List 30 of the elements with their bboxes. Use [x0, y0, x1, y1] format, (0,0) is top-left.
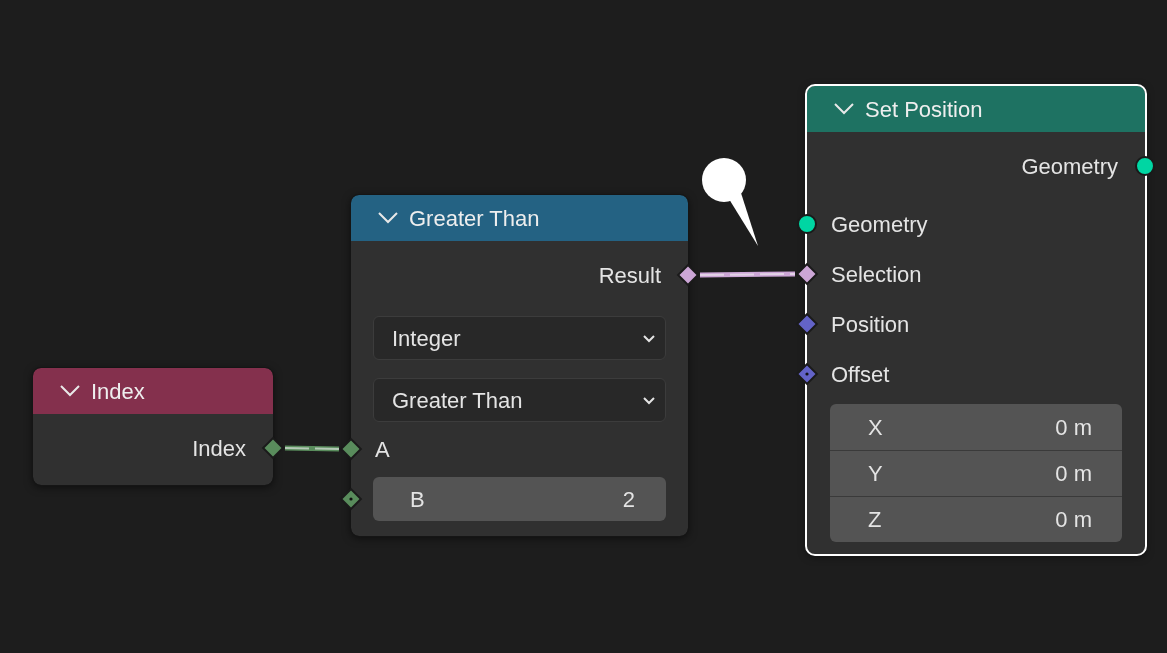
- node-title: Set Position: [865, 95, 983, 124]
- chevron-down-icon[interactable]: [377, 211, 399, 225]
- node-title: Greater Than: [409, 204, 540, 233]
- socket-label: Index: [192, 434, 246, 463]
- socket-label: Geometry: [831, 210, 928, 239]
- vector-component-field[interactable]: Z 0 m: [830, 496, 1122, 542]
- dropdown[interactable]: Integer: [373, 316, 666, 360]
- chevron-down-icon[interactable]: [833, 102, 855, 116]
- socket-label: Offset: [831, 360, 890, 389]
- vector-field[interactable]: X 0 m Y 0 m Z 0 m: [830, 404, 1122, 542]
- vector-component-field[interactable]: Y 0 m: [830, 450, 1122, 496]
- node-panel[interactable]: Index Index: [33, 368, 273, 485]
- node-link[interactable]: [699, 271, 796, 278]
- vector-component-field[interactable]: X 0 m: [830, 404, 1122, 450]
- node-link[interactable]: [284, 445, 340, 452]
- node-header[interactable]: Greater Than: [351, 195, 688, 241]
- pin-icon: [701, 157, 759, 247]
- socket-label: Result: [598, 261, 661, 290]
- chevron-down-icon[interactable]: [59, 384, 81, 398]
- socket-label: A: [375, 435, 390, 464]
- dropdown[interactable]: Greater Than: [373, 378, 666, 422]
- socket-label: Geometry: [1021, 152, 1118, 181]
- node-panel[interactable]: Greater Than Result Integer Greater Than A B 2: [351, 195, 688, 536]
- socket-label: Selection: [831, 260, 922, 289]
- node-panel[interactable]: Set Position Geometry Geometry Selection Position Offset X 0 m Y 0 m Z 0 m: [807, 86, 1145, 554]
- node-title: Index: [91, 377, 145, 406]
- node-header[interactable]: Index: [33, 368, 273, 414]
- node-header[interactable]: Set Position: [807, 86, 1145, 132]
- socket-label: Position: [831, 310, 910, 339]
- number-field[interactable]: B 2: [373, 477, 666, 521]
